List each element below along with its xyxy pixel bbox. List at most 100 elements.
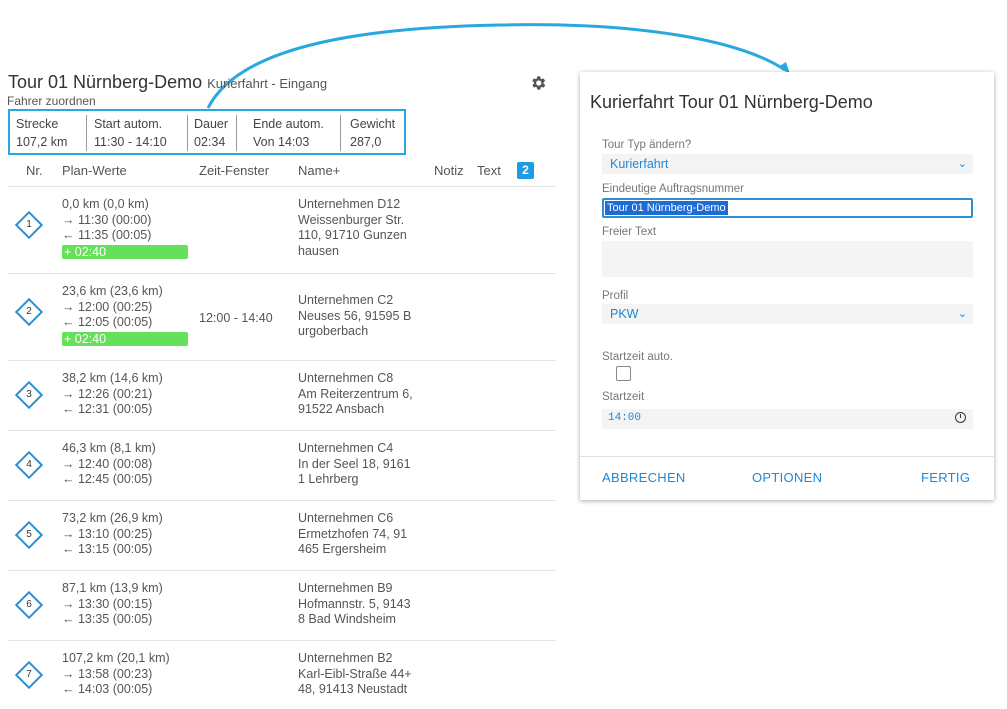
column-header-plan[interactable]: Plan-Werte: [62, 163, 127, 178]
column-header-window[interactable]: Zeit-Fenster: [199, 163, 269, 178]
clock-icon[interactable]: [955, 412, 966, 423]
done-button[interactable]: FERTIG: [921, 470, 970, 485]
end-value: Von 14:03: [253, 135, 310, 149]
count-badge[interactable]: 2: [517, 162, 534, 179]
page-title: Tour 01 Nürnberg-Demo Kurierfahrt - Eing…: [8, 72, 327, 93]
divider: [236, 115, 237, 151]
weight-value: 287,0: [350, 135, 382, 149]
address-line: Ermetzhofen 74, 91: [298, 526, 408, 541]
column-header-name[interactable]: Name+: [298, 163, 340, 178]
company-name: Unternehmen D12: [298, 197, 401, 211]
address: Unternehmen C4 In der Seel 18, 9161 1 Le…: [298, 441, 411, 488]
end-label: Ende autom.: [253, 117, 324, 131]
weight-label: Gewicht: [350, 117, 396, 131]
profile-select[interactable]: PKW ⌄: [602, 304, 973, 324]
table-row[interactable]: 7 107,2 km (20,1 km) → 13:58 (00:23) ← 1…: [8, 640, 556, 709]
column-header-text[interactable]: Text: [477, 163, 501, 178]
plan-values: 38,2 km (14,6 km) → 12:26 (00:21) ← 12:3…: [62, 371, 163, 418]
address-line: 8 Bad Windsheim: [298, 612, 396, 626]
address-line: 1 Lehrberg: [298, 472, 359, 486]
row-number: 1: [26, 219, 32, 230]
distance-value: 107,2 km: [16, 135, 68, 149]
tour-edit-dialog: Kurierfahrt Tour 01 Nürnberg-Demo Tour T…: [580, 72, 994, 500]
summary-distance: Strecke 107,2 km: [16, 115, 67, 151]
address-line: Karl-Eibl-Straße 44+: [298, 666, 412, 681]
plan-departure: ← 12:31 (00:05): [62, 402, 153, 416]
tour-type-value: Kurierfahrt: [610, 157, 669, 171]
duration-value: 02:34: [194, 135, 226, 149]
divider: [340, 115, 341, 151]
order-number-input[interactable]: Tour 01 Nürnberg-Demo: [602, 198, 973, 218]
table-row[interactable]: 2 23,6 km (23,6 km) → 12:00 (00:25) ← 12…: [8, 273, 556, 360]
column-header-nr[interactable]: Nr.: [26, 163, 43, 178]
start-auto-label: Startzeit auto.: [602, 351, 673, 363]
address-line: urgoberbach: [298, 324, 369, 338]
plan-arrival: → 11:30 (00:00): [62, 212, 152, 227]
gear-icon[interactable]: [529, 74, 547, 92]
distance-label: Strecke: [16, 117, 59, 131]
divider: [187, 115, 188, 151]
address-line: 110, 91710 Gunzen: [298, 228, 407, 242]
column-header-note[interactable]: Notiz: [434, 163, 464, 178]
cancel-button[interactable]: ABBRECHEN: [602, 470, 686, 485]
start-label: Start autom.: [94, 117, 163, 131]
plan-values: 46,3 km (8,1 km) → 12:40 (00:08) ← 12:45…: [62, 441, 156, 488]
options-button[interactable]: OPTIONEN: [752, 470, 822, 485]
table-row[interactable]: 3 38,2 km (14,6 km) → 12:26 (00:21) ← 12…: [8, 360, 556, 431]
plan-values: 107,2 km (20,1 km) → 13:58 (00:23) ← 14:…: [62, 651, 170, 698]
address: Unternehmen B2 Karl-Eibl-Straße 44+ 48, …: [298, 651, 412, 698]
address-line: Am Reiterzentrum 6,: [298, 386, 413, 401]
start-time-value: 14:00: [608, 412, 642, 424]
address-line: 465 Ergersheim: [298, 542, 387, 556]
table-row[interactable]: 4 46,3 km (8,1 km) → 12:40 (00:08) ← 12:…: [8, 430, 556, 501]
address: Unternehmen C8 Am Reiterzentrum 6, 91522…: [298, 371, 413, 418]
row-number: 3: [26, 389, 32, 400]
plan-distance: 23,6 km (23,6 km): [62, 284, 163, 298]
plan-departure: ← 14:03 (00:05): [62, 682, 153, 696]
address: Unternehmen C6 Ermetzhofen 74, 91 465 Er…: [298, 511, 407, 558]
tour-subtitle: Kurierfahrt - Eingang: [207, 76, 328, 91]
dialog-title: Kurierfahrt Tour 01 Nürnberg-Demo: [590, 92, 873, 112]
table-row[interactable]: 5 73,2 km (26,9 km) → 13:10 (00:25) ← 13…: [8, 500, 556, 571]
address-line: hausen: [298, 243, 340, 258]
tour-type-select[interactable]: Kurierfahrt ⌄: [602, 154, 973, 174]
buffer-badge: + 02:40: [62, 244, 188, 259]
plan-arrival: → 12:26 (00:21): [62, 386, 153, 401]
company-name: Unternehmen B2: [298, 651, 393, 665]
plan-distance: 38,2 km (14,6 km): [62, 371, 163, 385]
start-value: 11:30 - 14:10: [94, 135, 167, 149]
table-row[interactable]: 6 87,1 km (13,9 km) → 13:30 (00:15) ← 13…: [8, 570, 556, 641]
start-time-input[interactable]: 14:00: [602, 409, 973, 429]
company-name: Unternehmen B9: [298, 581, 393, 595]
table-row[interactable]: 1 0,0 km (0,0 km) → 11:30 (00:00) ← 11:3…: [8, 186, 556, 273]
plan-distance: 107,2 km (20,1 km): [62, 651, 170, 665]
plan-values: 0,0 km (0,0 km) → 11:30 (00:00) ← 11:35 …: [62, 197, 188, 259]
plan-departure: ← 13:35 (00:05): [62, 612, 153, 626]
plan-departure: ← 12:05 (00:05): [62, 315, 153, 329]
row-number: 5: [26, 529, 32, 540]
assign-driver-link[interactable]: Fahrer zuordnen: [7, 94, 96, 108]
chevron-down-icon: ⌄: [957, 308, 967, 320]
profile-label: Profil: [602, 290, 629, 302]
plan-departure: ← 13:15 (00:05): [62, 542, 153, 556]
address-line: Neuses 56, 91595 B: [298, 308, 412, 323]
plan-arrival: → 13:58 (00:23): [62, 666, 153, 681]
address-line: Hofmannstr. 5, 9143: [298, 596, 411, 611]
row-number: 6: [26, 599, 32, 610]
summary-end: Ende autom. Von 14:03: [253, 115, 324, 151]
tour-title: Tour 01 Nürnberg-Demo: [8, 72, 203, 92]
address: Unternehmen C2 Neuses 56, 91595 B urgobe…: [298, 293, 411, 340]
free-text-label: Freier Text: [602, 226, 657, 238]
plan-distance: 0,0 km (0,0 km): [62, 197, 149, 211]
buffer-badge: + 02:40: [62, 331, 188, 346]
row-number: 4: [26, 459, 32, 470]
company-name: Unternehmen C6: [298, 511, 394, 525]
plan-departure: ← 12:45 (00:05): [62, 472, 153, 486]
plan-distance: 46,3 km (8,1 km): [62, 441, 156, 455]
plan-departure: ← 11:35 (00:05): [62, 228, 152, 242]
company-name: Unternehmen C8: [298, 371, 394, 385]
address: Unternehmen B9 Hofmannstr. 5, 9143 8 Bad…: [298, 581, 411, 628]
free-text-input[interactable]: [602, 241, 973, 277]
tour-summary: Strecke 107,2 km Start autom. 11:30 - 14…: [8, 109, 406, 155]
start-auto-checkbox[interactable]: [616, 366, 631, 381]
